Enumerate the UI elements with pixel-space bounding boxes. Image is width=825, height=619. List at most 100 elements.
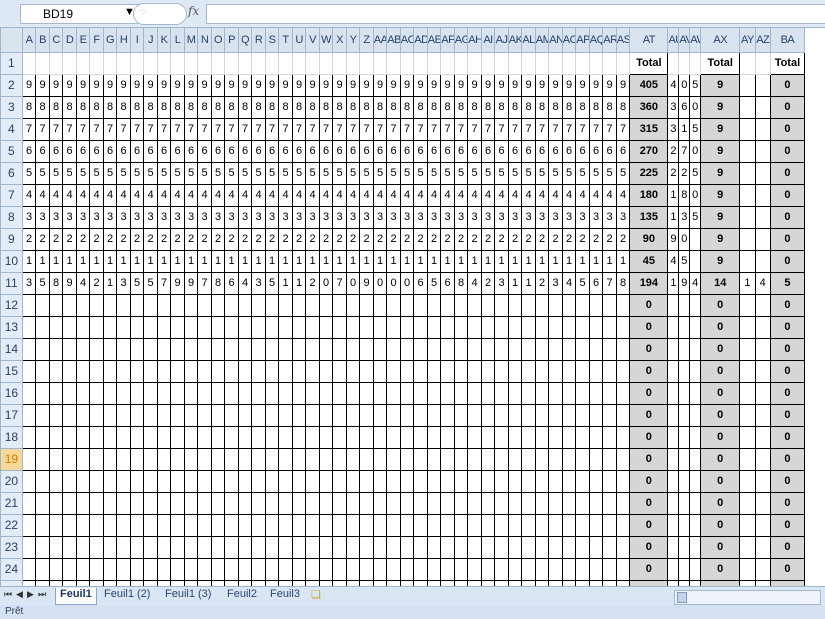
digit-cell[interactable] [129,294,145,317]
digit-cell[interactable] [21,404,37,427]
digit-cell[interactable]: 5 [426,162,442,185]
digit-cell[interactable]: 2 [156,228,172,251]
digit-cell[interactable] [291,382,307,405]
digit-cell[interactable] [575,426,590,449]
digit-cell[interactable]: 3 [278,206,293,229]
sum-digit-cell[interactable] [739,52,756,75]
digit-cell[interactable] [251,382,266,405]
digit-sum-cell[interactable]: 0 [700,294,741,317]
digit-cell[interactable]: 5 [345,162,361,185]
digit-cell[interactable] [237,448,253,471]
digit-cell[interactable]: 7 [305,118,320,141]
digit-cell[interactable]: 4 [332,184,347,207]
digit-cell[interactable] [332,514,347,537]
digit-cell[interactable] [372,382,388,405]
digit-cell[interactable]: 7 [480,118,496,141]
digit-cell[interactable]: 3 [548,272,563,295]
digit-sum-cell[interactable]: 9 [700,228,741,251]
digit-cell[interactable]: 2 [89,228,104,251]
digit-cell[interactable] [129,382,145,405]
digit-cell[interactable]: 8 [62,96,77,119]
digit-cell[interactable]: 4 [251,184,266,207]
digit-cell[interactable]: 7 [197,118,212,141]
digit-cell[interactable]: 3 [264,206,280,229]
digit-cell[interactable] [210,514,226,537]
digit-cell[interactable] [615,382,631,405]
digit-cell[interactable]: 9 [224,74,239,97]
digit-cell[interactable]: 6 [453,140,469,163]
digit-cell[interactable] [62,426,77,449]
total-digit-cell[interactable]: 9 [678,272,691,295]
digit-cell[interactable]: 5 [386,162,401,185]
digit-cell[interactable] [453,316,469,339]
digit-cell[interactable] [318,338,334,361]
sheet-tab-feuil1-3[interactable]: Feuil1 (3) [165,588,211,604]
digit-cell[interactable]: 8 [615,96,631,119]
digit-cell[interactable] [507,536,523,559]
sum-digit-cell[interactable] [739,184,756,207]
total-digit-cell[interactable] [678,492,691,515]
digit-cell[interactable] [359,360,374,383]
column-header[interactable]: AI [480,27,496,53]
digit-cell[interactable] [75,52,91,75]
sum-digit-cell[interactable] [754,382,771,405]
digit-cell[interactable]: 7 [548,118,563,141]
digit-cell[interactable]: 1 [602,250,617,273]
digit-cell[interactable] [197,536,212,559]
digit-cell[interactable] [548,338,563,361]
digit-cell[interactable]: 4 [548,184,563,207]
digit-cell[interactable] [440,360,455,383]
digit-cell[interactable] [102,448,118,471]
digit-cell[interactable]: 5 [143,162,158,185]
digit-cell[interactable]: 9 [237,74,253,97]
total-digit-cell[interactable] [667,470,680,493]
column-header[interactable]: AG [453,27,469,53]
digit-cell[interactable] [116,338,131,361]
column-header[interactable]: AV [678,27,691,53]
total-cell[interactable]: 0 [629,382,669,405]
total-digit-cell[interactable] [678,558,691,581]
digit-cell[interactable]: 4 [75,272,91,295]
digit-cell[interactable] [48,514,64,537]
total-digit-cell[interactable] [678,470,691,493]
digit-cell[interactable] [561,448,577,471]
scrollbar-thumb[interactable] [677,592,687,603]
digit-cell[interactable]: 5 [521,162,536,185]
digit-cell[interactable] [548,426,563,449]
digit-cell[interactable]: 2 [318,228,334,251]
digit-cell[interactable]: 4 [210,184,226,207]
digit-cell[interactable] [305,382,320,405]
digit-cell[interactable] [588,404,604,427]
digit-cell[interactable] [89,294,104,317]
digit-cell[interactable]: 5 [399,162,415,185]
digit-cell[interactable]: 8 [183,96,199,119]
digit-cell[interactable]: 4 [359,184,374,207]
digit-cell[interactable] [534,558,550,581]
digit-cell[interactable]: 2 [197,228,212,251]
column-header[interactable]: AT [629,27,669,53]
digit-cell[interactable]: 4 [75,184,91,207]
total-digit-cell[interactable] [689,250,702,273]
digit-cell[interactable] [399,448,415,471]
digit-cell[interactable] [237,558,253,581]
digit-cell[interactable] [426,52,442,75]
digit-cell[interactable] [494,404,509,427]
digit-cell[interactable] [453,514,469,537]
digit-sum-cell[interactable]: 0 [700,492,741,515]
digit-cell[interactable]: 4 [278,184,293,207]
digit-cell[interactable]: 7 [237,118,253,141]
digit-sum-cell[interactable]: 9 [700,162,741,185]
total-digit-cell[interactable] [667,316,680,339]
column-header[interactable]: AX [700,27,741,53]
digit-cell[interactable]: 3 [210,206,226,229]
digit-cell[interactable]: 0 [372,272,388,295]
digit-cell[interactable]: 6 [480,140,496,163]
total-digit-cell[interactable]: 0 [689,96,702,119]
sum-digit-cell[interactable] [754,316,771,339]
digit-cell[interactable]: 2 [521,228,536,251]
digit-cell[interactable]: 1 [467,250,482,273]
digit-cell[interactable] [548,448,563,471]
digit-cell[interactable] [35,382,50,405]
digit-cell[interactable] [426,404,442,427]
digit-cell[interactable]: 7 [575,118,590,141]
